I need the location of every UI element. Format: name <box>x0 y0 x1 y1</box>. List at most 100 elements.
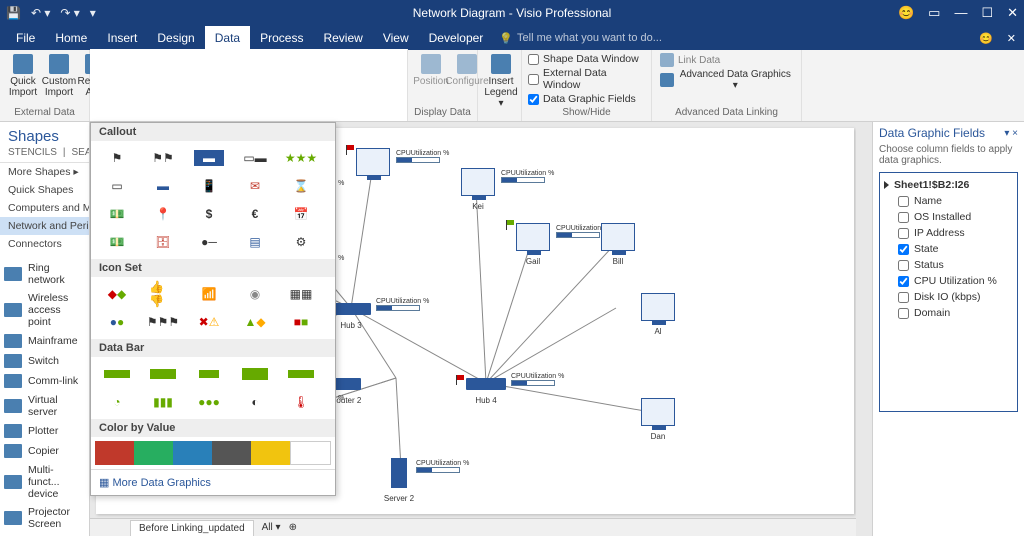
help-icon[interactable]: 😊 <box>898 5 914 21</box>
callout-opt[interactable]: 💵 <box>95 229 139 255</box>
databar-opt[interactable]: ◔ <box>95 389 139 415</box>
node-bill[interactable]: Bill <box>613 257 624 266</box>
stencils-tab[interactable]: STENCILS <box>8 147 57 158</box>
network-peripherals[interactable]: Network and Peripherals <box>0 217 89 235</box>
callout-opt[interactable]: 📱 <box>187 173 231 199</box>
databar-opt[interactable] <box>141 361 185 387</box>
callout-opt[interactable]: ⚑⚑ <box>141 145 185 171</box>
callout-opt[interactable]: ▭▬ <box>233 145 277 171</box>
stencil-item[interactable]: Copier <box>0 441 89 461</box>
iconset-opt[interactable]: ■■ <box>279 309 323 335</box>
add-page-icon[interactable]: ⊕ <box>289 522 297 533</box>
tab-insert[interactable]: Insert <box>97 26 147 50</box>
stencil-item[interactable]: Virtual server <box>0 391 89 421</box>
iconset-opt[interactable]: ◉ <box>233 281 277 307</box>
iconset-opt[interactable]: ▦▦ <box>279 281 323 307</box>
dgf-field[interactable]: Disk IO (kbps) <box>884 289 1013 305</box>
node-dan[interactable]: Dan <box>651 432 666 441</box>
dgf-field[interactable]: CPU Utilization % <box>884 273 1013 289</box>
shape-data-window-check[interactable]: Shape Data Window <box>528 52 645 66</box>
dgf-close-icon[interactable]: × <box>1012 128 1018 139</box>
databar-opt[interactable] <box>279 361 323 387</box>
save-icon[interactable]: 💾 <box>6 6 21 20</box>
node-hub3[interactable]: Hub 3 <box>340 321 361 330</box>
computers-monitors[interactable]: Computers and Monitors <box>0 199 89 217</box>
tab-developer[interactable]: Developer <box>419 26 494 50</box>
ribbon-opts-icon[interactable]: ▭ <box>928 5 940 21</box>
node-gail[interactable]: Gail <box>526 257 540 266</box>
databar-opt[interactable] <box>233 361 277 387</box>
databar-opt[interactable] <box>187 361 231 387</box>
undo-icon[interactable]: ↶ ▾ <box>31 6 50 20</box>
dgf-field[interactable]: Domain <box>884 305 1013 321</box>
dgf-field[interactable]: IP Address <box>884 225 1013 241</box>
maximize-icon[interactable]: ☐ <box>981 5 993 21</box>
tell-me[interactable]: 💡Tell me what you want to do... <box>499 26 662 50</box>
link-data-button[interactable]: Link Data <box>658 52 795 68</box>
position-button[interactable]: Position <box>414 52 448 89</box>
tab-review[interactable]: Review <box>313 26 372 50</box>
dgf-field[interactable]: State <box>884 241 1013 257</box>
stencil-item[interactable]: Mainframe <box>0 331 89 351</box>
more-shapes[interactable]: More Shapes ▸ <box>0 163 89 181</box>
stencil-item[interactable]: Multi-funct... device <box>0 461 89 503</box>
iconset-opt[interactable]: 📶 <box>187 281 231 307</box>
tab-view[interactable]: View <box>373 26 419 50</box>
callout-opt[interactable]: ⌛ <box>279 173 323 199</box>
stencil-item[interactable]: Wireless access point <box>0 289 89 331</box>
iconset-opt[interactable]: ●● <box>95 309 139 335</box>
databar-opt[interactable]: ▮▮▮ <box>141 389 185 415</box>
node-al[interactable]: Al <box>654 327 661 336</box>
smiley-icon[interactable]: 😊 <box>979 32 993 45</box>
callout-opt[interactable]: 📅 <box>279 201 323 227</box>
stencil-item[interactable]: Plotter <box>0 421 89 441</box>
dgf-check[interactable]: Data Graphic Fields <box>528 92 645 106</box>
databar-opt[interactable] <box>95 361 139 387</box>
tab-design[interactable]: Design <box>147 26 204 50</box>
callout-opt[interactable]: ▭ <box>95 173 139 199</box>
dgf-field[interactable]: Status <box>884 257 1013 273</box>
quick-shapes[interactable]: Quick Shapes <box>0 181 89 199</box>
redo-icon[interactable]: ↷ ▾ <box>60 6 79 20</box>
close-icon[interactable]: ✕ <box>1007 5 1018 21</box>
callout-opt[interactable]: 🗄 <box>141 229 185 255</box>
callout-opt[interactable]: ✉ <box>233 173 277 199</box>
tab-file[interactable]: File <box>6 26 45 50</box>
callout-opt[interactable]: ●─ <box>187 229 231 255</box>
qat-more-icon[interactable]: ▾ <box>90 6 96 20</box>
connectors[interactable]: Connectors <box>0 235 89 253</box>
configure-button[interactable]: Configure <box>450 52 484 89</box>
callout-opt[interactable]: ▬ <box>141 173 185 199</box>
tab-home[interactable]: Home <box>45 26 97 50</box>
iconset-opt[interactable]: ▲◆ <box>233 309 277 335</box>
stencil-item[interactable]: Projector Screen <box>0 503 89 533</box>
stencil-item[interactable]: Ring network <box>0 259 89 289</box>
dgf-dropdown-icon[interactable]: ▾ <box>1004 128 1009 139</box>
all-pages[interactable]: All ▾ <box>262 522 281 533</box>
iconset-opt[interactable]: 👍👎 <box>141 281 185 307</box>
callout-opt[interactable]: ⚑ <box>95 145 139 171</box>
databar-opt[interactable]: 🌡 <box>279 389 323 415</box>
node-hub4[interactable]: Hub 4 <box>475 396 496 405</box>
quick-import-button[interactable]: Quick Import <box>6 52 40 100</box>
callout-opt[interactable]: ⚙ <box>279 229 323 255</box>
color-strip[interactable] <box>95 441 331 465</box>
callout-opt[interactable]: ▤ <box>233 229 277 255</box>
node-kei[interactable]: Kei <box>472 202 484 211</box>
adv-data-graphics-button[interactable]: Advanced Data Graphics ▾ <box>658 68 795 92</box>
dgf-field[interactable]: OS Installed <box>884 209 1013 225</box>
window-close-icon[interactable]: ✕ <box>1007 32 1016 45</box>
callout-opt[interactable]: € <box>233 201 277 227</box>
minimize-icon[interactable]: — <box>954 5 967 21</box>
vscroll[interactable] <box>856 122 872 518</box>
databar-opt[interactable]: ●●● <box>187 389 231 415</box>
callout-opt[interactable]: ★★★ <box>279 145 323 171</box>
node-server2[interactable]: Server 2 <box>384 494 414 503</box>
dgf-field[interactable]: Name <box>884 193 1013 209</box>
callout-opt[interactable]: ▬ <box>187 145 231 171</box>
page-tab[interactable]: Before Linking_updated <box>130 520 254 536</box>
stencil-item[interactable]: Switch <box>0 351 89 371</box>
callout-opt[interactable]: $ <box>187 201 231 227</box>
stencil-item[interactable]: Comm-link <box>0 371 89 391</box>
more-data-graphics[interactable]: ▦ More Data Graphics <box>91 469 335 495</box>
